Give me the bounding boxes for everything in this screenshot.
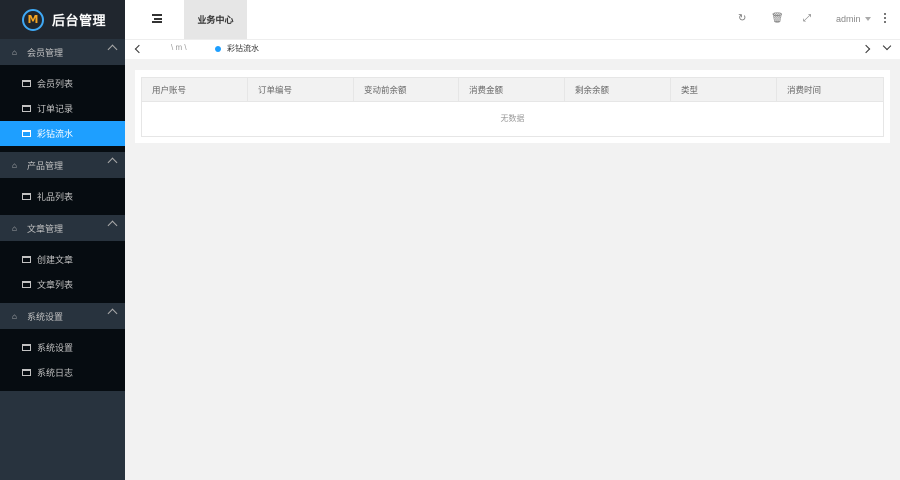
column-header[interactable]: 类型 xyxy=(671,78,777,102)
sidebar-group-products-items: 礼品列表 xyxy=(0,178,125,215)
sidebar-item-member-list[interactable]: 会员列表 xyxy=(0,71,125,96)
home-icon: ⌂ xyxy=(12,47,17,57)
column-header[interactable]: 用户账号 xyxy=(142,78,248,102)
chevron-left-icon[interactable] xyxy=(134,44,144,54)
content-card: 用户账号 订单编号 变动前余额 消费金额 剩余余额 类型 消费时间 无数据 xyxy=(135,70,890,143)
sidebar-group-system-items: 系统设置 系统日志 xyxy=(0,329,125,391)
app-title: 后台管理 xyxy=(52,13,107,28)
trash-icon[interactable]: 🗑︎ xyxy=(771,13,784,24)
sidebar-group-label: 产品管理 xyxy=(27,160,64,171)
page-tabs-bar: \ m \ 彩钻流水 xyxy=(125,39,900,59)
sidebar-item-system-settings[interactable]: 系统设置 xyxy=(0,335,125,360)
calendar-icon xyxy=(22,105,31,112)
chevron-up-icon xyxy=(107,44,118,55)
sidebar-item-order-records[interactable]: 订单记录 xyxy=(0,96,125,121)
more-vertical-icon[interactable] xyxy=(884,13,886,23)
tab-home[interactable]: \ m \ xyxy=(171,43,187,52)
data-table: 用户账号 订单编号 变动前余额 消费金额 剩余余额 类型 消费时间 无数据 xyxy=(141,77,884,137)
sidebar-item-label: 文章列表 xyxy=(37,280,74,290)
home-icon: ⌂ xyxy=(12,223,17,233)
empty-state: 无数据 xyxy=(500,114,525,123)
list-icon xyxy=(22,281,31,288)
sidebar-item-label: 会员列表 xyxy=(37,79,74,89)
table-header: 用户账号 订单编号 变动前余额 消费金额 剩余余额 类型 消费时间 xyxy=(142,78,883,102)
sidebar-group-members[interactable]: ⌂ 会员管理 xyxy=(0,39,125,65)
column-header[interactable]: 订单编号 xyxy=(248,78,354,102)
sidebar-item-label: 礼品列表 xyxy=(37,192,74,202)
sidebar-group-articles[interactable]: ⌂ 文章管理 xyxy=(0,215,125,241)
list-icon xyxy=(22,344,31,351)
refresh-icon[interactable]: ↻ xyxy=(738,13,746,24)
chevron-up-icon xyxy=(107,157,118,168)
sidebar-item-label: 创建文章 xyxy=(37,255,74,265)
top-header: 业务中心 ↻ 🗑︎ ⤢ admin xyxy=(125,0,900,39)
sidebar-item-diamond-flow[interactable]: 彩钻流水 xyxy=(0,121,125,146)
caret-down-icon[interactable] xyxy=(865,17,871,21)
sidebar-group-label: 文章管理 xyxy=(27,223,64,234)
sidebar-item-article-list[interactable]: 文章列表 xyxy=(0,272,125,297)
home-icon: ⌂ xyxy=(12,311,17,321)
sidebar-item-create-article[interactable]: 创建文章 xyxy=(0,247,125,272)
tab-business-center[interactable]: 业务中心 xyxy=(184,0,247,39)
sidebar-group-members-items: 会员列表 订单记录 彩钻流水 xyxy=(0,65,125,152)
fullscreen-icon[interactable]: ⤢ xyxy=(803,13,811,24)
chevron-up-icon xyxy=(107,308,118,319)
tab-label: 彩钻流水 xyxy=(227,44,259,53)
chevron-down-icon[interactable] xyxy=(882,41,892,51)
logo[interactable]: M 后台管理 xyxy=(0,0,125,39)
list-icon xyxy=(22,256,31,263)
tab-diamond-flow[interactable]: 彩钻流水 xyxy=(215,43,259,54)
sidebar-item-system-log[interactable]: 系统日志 xyxy=(0,360,125,385)
sidebar-item-gift-list[interactable]: 礼品列表 xyxy=(0,184,125,209)
list-icon xyxy=(22,369,31,376)
sidebar-item-label: 系统日志 xyxy=(37,368,74,378)
list-icon xyxy=(22,80,31,87)
column-header[interactable]: 变动前余额 xyxy=(354,78,459,102)
sidebar-group-system[interactable]: ⌂ 系统设置 xyxy=(0,303,125,329)
active-dot-icon xyxy=(215,45,221,52)
user-menu[interactable]: admin xyxy=(836,14,861,24)
home-icon: ⌂ xyxy=(12,160,17,170)
column-header[interactable]: 消费金额 xyxy=(459,78,565,102)
chevron-up-icon xyxy=(107,220,118,231)
sidebar-item-label: 订单记录 xyxy=(37,104,74,114)
sidebar-group-articles-items: 创建文章 文章列表 xyxy=(0,241,125,303)
column-header[interactable]: 剩余余额 xyxy=(565,78,671,102)
column-header[interactable]: 消费时间 xyxy=(777,78,883,102)
list-icon xyxy=(22,193,31,200)
sidebar-group-products[interactable]: ⌂ 产品管理 xyxy=(0,152,125,178)
logo-icon: M xyxy=(22,8,44,31)
chevron-right-icon[interactable] xyxy=(861,44,871,54)
menu-toggle-icon[interactable] xyxy=(152,14,162,23)
sidebar-item-label: 系统设置 xyxy=(37,343,74,353)
sidebar-group-label: 系统设置 xyxy=(27,311,64,322)
sidebar-group-label: 会员管理 xyxy=(27,47,64,58)
sidebar-item-label: 彩钻流水 xyxy=(37,129,74,139)
sidebar: M 后台管理 ⌂ 会员管理 会员列表 订单记录 彩钻流水 ⌂ 产品管理 礼品列表… xyxy=(0,0,125,480)
calendar-icon xyxy=(22,130,31,137)
